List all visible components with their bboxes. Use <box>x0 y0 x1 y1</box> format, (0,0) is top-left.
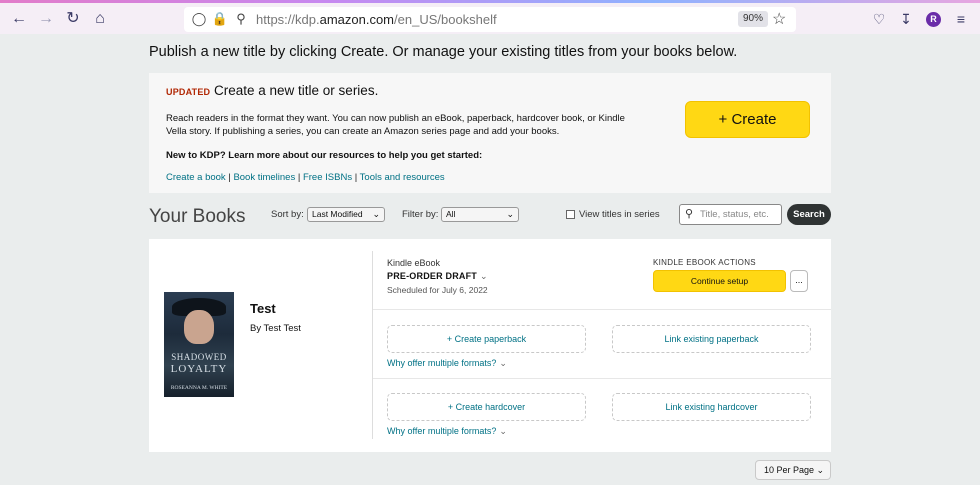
hamburger-menu-icon[interactable]: ≡ <box>951 9 971 29</box>
create-paperback-button[interactable]: + Create paperback <box>387 325 586 353</box>
home-icon[interactable]: ⌂ <box>89 8 111 30</box>
your-books-heading: Your Books <box>149 206 246 227</box>
browser-toolbar: ← → ↻ ⌂ ◯ 🔒 ⚲ https://kdp.amazon.com/en_… <box>0 0 980 34</box>
link-hardcover-button[interactable]: Link existing hardcover <box>612 393 811 421</box>
chevron-down-icon: ⌄ <box>480 271 488 281</box>
cover-title-line2: LOYALTY <box>170 363 228 375</box>
status-label[interactable]: PRE-ORDER DRAFT ⌄ <box>387 271 488 282</box>
status-text: PRE-ORDER DRAFT <box>387 271 477 281</box>
updated-badge: UPDATED <box>166 87 211 97</box>
book-author: By Test Test <box>250 323 301 334</box>
filter-select[interactable]: All ⌄ <box>441 207 519 222</box>
series-checkbox[interactable] <box>566 210 575 219</box>
sort-value: Last Modified <box>312 209 363 219</box>
arrow-right-icon[interactable]: → <box>35 8 57 30</box>
divider <box>373 378 831 379</box>
more-actions-button[interactable]: ... <box>790 270 808 292</box>
create-panel-title: Create a new title or series. <box>214 83 379 98</box>
cover-author: ROSEANNA M. WHITE <box>170 385 228 391</box>
chevron-down-icon: ⌄ <box>499 426 507 436</box>
filter-value: All <box>446 209 456 219</box>
book-cover[interactable]: SHADOWED LOYALTY ROSEANNA M. WHITE <box>164 292 234 397</box>
format-label: Kindle eBook <box>387 258 441 268</box>
why-multiple-formats-link[interactable]: Why offer multiple formats? ⌄ <box>387 426 507 437</box>
actions-title: KINDLE EBOOK ACTIONS <box>653 258 756 267</box>
chevron-down-icon: ⌄ <box>506 209 514 219</box>
new-to-kdp-text: New to KDP? Learn more about our resourc… <box>166 150 483 161</box>
arrow-left-icon[interactable]: ← <box>8 8 30 30</box>
pocket-icon[interactable]: ♡ <box>869 9 889 29</box>
create-hardcover-button[interactable]: + Create hardcover <box>387 393 586 421</box>
cover-face <box>184 310 214 344</box>
lock-icon[interactable]: 🔒 <box>211 10 229 28</box>
key-icon[interactable]: ⚲ <box>232 10 250 28</box>
create-panel: UPDATED Create a new title or series. Re… <box>149 73 831 193</box>
why-link-text: Why offer multiple formats? <box>387 426 497 436</box>
url-text[interactable]: https://kdp.amazon.com/en_US/bookshelf <box>256 12 497 27</box>
link-book-timelines[interactable]: Book timelines <box>233 172 295 183</box>
book-title[interactable]: Test <box>250 301 276 316</box>
reload-icon[interactable]: ↻ <box>62 8 84 30</box>
shield-icon[interactable]: ◯ <box>190 10 208 28</box>
create-button[interactable]: + Create <box>685 101 810 138</box>
why-link-text: Why offer multiple formats? <box>387 358 497 368</box>
link-create-a-book[interactable]: Create a book <box>166 172 226 183</box>
search-button[interactable]: Search <box>787 204 831 225</box>
zoom-level[interactable]: 90% <box>738 11 769 27</box>
divider <box>372 251 373 439</box>
chevron-down-icon: ⌄ <box>499 358 507 368</box>
sort-label: Sort by: <box>271 209 304 220</box>
per-page-select[interactable]: 10 Per Page ⌄ <box>755 460 831 480</box>
series-checkbox-label[interactable]: View titles in series <box>579 209 660 220</box>
book-card: SHADOWED LOYALTY ROSEANNA M. WHITE Test … <box>149 239 831 452</box>
avatar[interactable]: R <box>926 12 941 27</box>
chevron-down-icon: ⌄ <box>816 465 824 475</box>
continue-setup-button[interactable]: Continue setup <box>653 270 786 292</box>
per-page-value: 10 Per Page <box>764 465 815 475</box>
chevron-down-icon: ⌄ <box>372 209 380 219</box>
scheduled-text: Scheduled for July 6, 2022 <box>387 285 488 295</box>
link-paperback-button[interactable]: Link existing paperback <box>612 325 811 353</box>
intro-text: Publish a new title by clicking Create. … <box>149 44 738 60</box>
cover-title-line1: SHADOWED <box>171 352 227 362</box>
accent-line <box>0 0 980 3</box>
link-tools-and-resources[interactable]: Tools and resources <box>360 172 445 183</box>
url-bar[interactable]: ◯ 🔒 ⚲ https://kdp.amazon.com/en_US/books… <box>184 7 796 32</box>
resource-links: Create a book | Book timelines | Free IS… <box>166 172 445 183</box>
search-placeholder: Title, status, etc. <box>700 209 769 220</box>
search-icon: ⚲ <box>685 208 694 220</box>
link-free-isbns[interactable]: Free ISBNs <box>303 172 352 183</box>
why-multiple-formats-link[interactable]: Why offer multiple formats? ⌄ <box>387 358 507 369</box>
star-icon[interactable]: ☆ <box>772 9 786 29</box>
divider <box>373 309 831 310</box>
download-icon[interactable]: ↧ <box>896 9 916 29</box>
create-panel-description: Reach readers in the format they want. Y… <box>166 113 625 137</box>
search-input[interactable]: ⚲ Title, status, etc. <box>679 204 782 225</box>
sort-select[interactable]: Last Modified ⌄ <box>307 207 385 222</box>
filter-label: Filter by: <box>402 209 439 220</box>
